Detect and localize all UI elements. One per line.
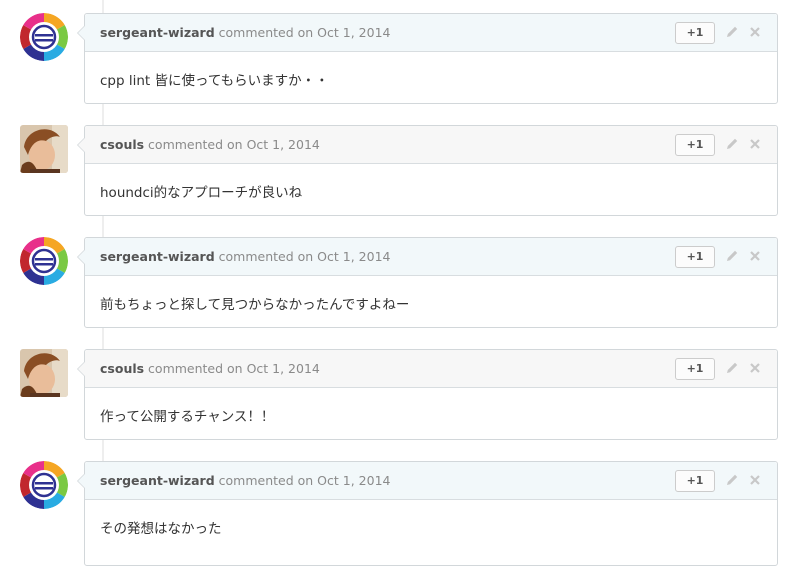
comment-header: sergeant-wizard commented on Oct 1, 2014… xyxy=(85,14,777,52)
avatar[interactable] xyxy=(20,349,68,397)
comment-meta: csouls commented on Oct 1, 2014 xyxy=(100,137,320,152)
comment-body: 前もちょっと探して見つからなかったんですよねー xyxy=(100,297,410,313)
avatar[interactable] xyxy=(20,125,68,173)
close-icon[interactable] xyxy=(749,473,761,487)
comment-header: sergeant-wizard commented on Oct 1, 2014… xyxy=(85,238,777,276)
author-link[interactable]: sergeant-wizard xyxy=(100,249,215,264)
pencil-icon[interactable] xyxy=(725,249,739,263)
plus-one-button[interactable]: +1 xyxy=(675,22,715,44)
author-link[interactable]: csouls xyxy=(100,361,144,376)
comment-header: sergeant-wizard commented on Oct 1, 2014… xyxy=(85,462,777,500)
avatar[interactable] xyxy=(20,13,68,61)
plus-one-button[interactable]: +1 xyxy=(675,134,715,156)
pencil-icon[interactable] xyxy=(725,473,739,487)
comment: sergeant-wizard commented on Oct 1, 2014… xyxy=(0,0,792,112)
author-link[interactable]: sergeant-wizard xyxy=(100,473,215,488)
avatar[interactable] xyxy=(20,237,68,285)
plus-one-button[interactable]: +1 xyxy=(675,246,715,268)
comment-timestamp[interactable]: commented on Oct 1, 2014 xyxy=(219,25,391,40)
comment-timestamp[interactable]: commented on Oct 1, 2014 xyxy=(148,361,320,376)
pencil-icon[interactable] xyxy=(725,137,739,151)
comment-meta: csouls commented on Oct 1, 2014 xyxy=(100,361,320,376)
comment: sergeant-wizard commented on Oct 1, 2014… xyxy=(0,448,792,566)
comment-box: csouls commented on Oct 1, 2014 +1 作って公開… xyxy=(77,349,778,440)
comment-timestamp[interactable]: commented on Oct 1, 2014 xyxy=(219,249,391,264)
comment-body: 作って公開するチャンス！！ xyxy=(100,409,275,425)
close-icon[interactable] xyxy=(749,25,761,39)
comment-box: sergeant-wizard commented on Oct 1, 2014… xyxy=(77,237,778,328)
comment-timestamp[interactable]: commented on Oct 1, 2014 xyxy=(148,137,320,152)
pencil-icon[interactable] xyxy=(725,25,739,39)
wizard-logo-icon xyxy=(20,237,68,285)
comment-header: csouls commented on Oct 1, 2014 +1 xyxy=(85,350,777,388)
comment: csouls commented on Oct 1, 2014 +1 hound… xyxy=(0,112,792,224)
close-icon[interactable] xyxy=(749,137,761,151)
comment-meta: sergeant-wizard commented on Oct 1, 2014 xyxy=(100,473,390,488)
close-icon[interactable] xyxy=(749,249,761,263)
person-photo xyxy=(20,125,68,173)
plus-one-button[interactable]: +1 xyxy=(675,358,715,380)
author-link[interactable]: sergeant-wizard xyxy=(100,25,215,40)
plus-one-button[interactable]: +1 xyxy=(675,470,715,492)
comment-meta: sergeant-wizard commented on Oct 1, 2014 xyxy=(100,25,390,40)
comment: sergeant-wizard commented on Oct 1, 2014… xyxy=(0,224,792,336)
close-icon[interactable] xyxy=(749,361,761,375)
comment: csouls commented on Oct 1, 2014 +1 作って公開… xyxy=(0,336,792,448)
comment-body: houndci的なアプローチが良いね xyxy=(100,185,303,201)
comment-timestamp[interactable]: commented on Oct 1, 2014 xyxy=(219,473,391,488)
comment-body: cpp lint 皆に使ってもらいますか・・ xyxy=(100,73,329,89)
comment-box: sergeant-wizard commented on Oct 1, 2014… xyxy=(77,13,778,104)
wizard-logo-icon xyxy=(20,461,68,509)
comment-box: sergeant-wizard commented on Oct 1, 2014… xyxy=(77,461,778,566)
comment-header: csouls commented on Oct 1, 2014 +1 xyxy=(85,126,777,164)
person-photo xyxy=(20,349,68,397)
wizard-logo-icon xyxy=(20,13,68,61)
comment-body: その発想はなかった xyxy=(100,521,222,537)
pencil-icon[interactable] xyxy=(725,361,739,375)
comment-meta: sergeant-wizard commented on Oct 1, 2014 xyxy=(100,249,390,264)
avatar[interactable] xyxy=(20,461,68,509)
comment-box: csouls commented on Oct 1, 2014 +1 hound… xyxy=(77,125,778,216)
author-link[interactable]: csouls xyxy=(100,137,144,152)
